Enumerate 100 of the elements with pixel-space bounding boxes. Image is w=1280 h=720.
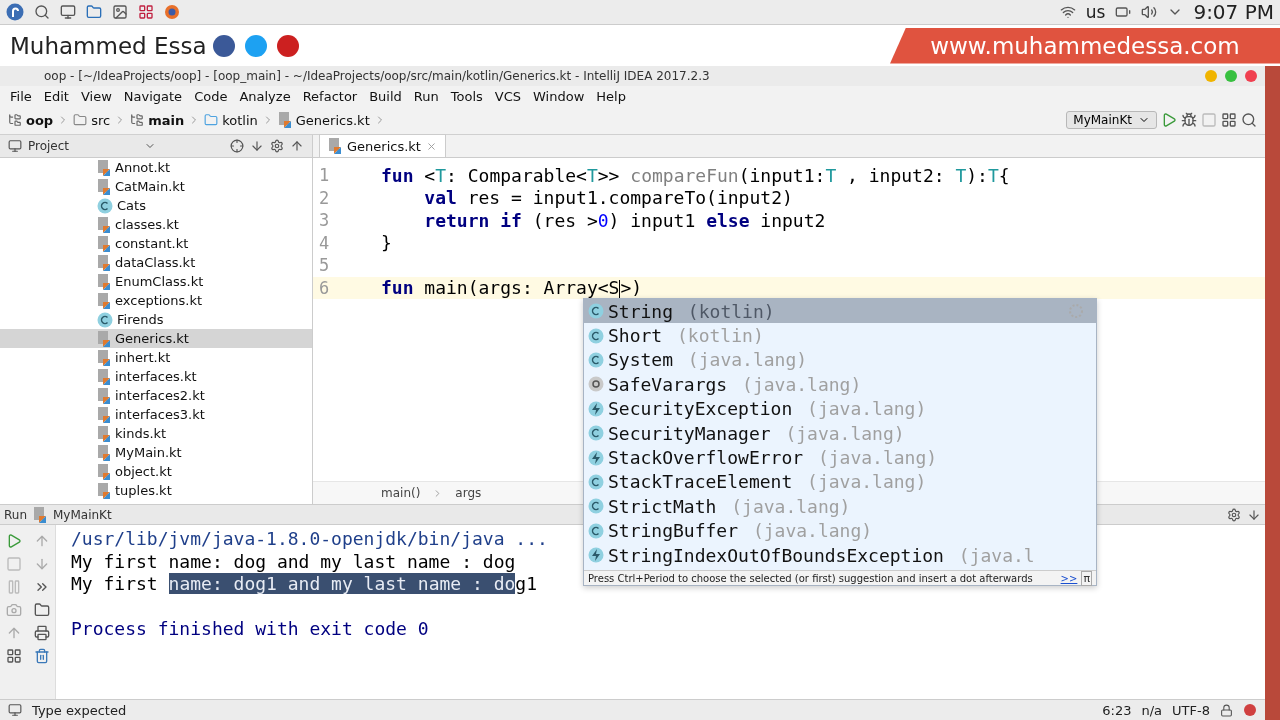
file-encoding[interactable]: UTF-8: [1172, 702, 1210, 718]
collapse-icon[interactable]: [250, 139, 264, 153]
completion-item[interactable]: SecurityException (java.lang): [584, 396, 1096, 421]
breadcrumb[interactable]: oop: [26, 112, 54, 128]
kotlin-file-icon: [97, 330, 111, 347]
bolt-icon: [588, 400, 604, 417]
more-link[interactable]: >>: [1060, 572, 1078, 584]
completion-item[interactable]: StackOverflowError (java.lang): [584, 445, 1096, 470]
tree-item[interactable]: tuples.kt: [0, 481, 312, 500]
bolt-icon: [588, 547, 604, 564]
search-icon[interactable]: [34, 4, 50, 20]
search-icon[interactable]: [1241, 112, 1257, 128]
completion-item[interactable]: Short (kotlin): [584, 323, 1096, 348]
menu-item[interactable]: Refactor: [296, 88, 364, 104]
menu-item[interactable]: Help: [590, 88, 632, 104]
line-number: 5: [318, 255, 331, 276]
menu-item[interactable]: Code: [188, 88, 234, 104]
kotlin-file-icon: [97, 425, 111, 442]
menu-item[interactable]: View: [74, 88, 118, 104]
tree-item[interactable]: Cats: [0, 196, 312, 215]
breadcrumb[interactable]: Generics.kt: [295, 112, 370, 128]
run-tab[interactable]: MyMainKt: [53, 507, 112, 522]
completion-item[interactable]: StringBuffer (java.lang): [584, 518, 1096, 543]
panel-title[interactable]: Project: [28, 139, 70, 153]
screen-icon[interactable]: [60, 4, 76, 20]
settings-icon[interactable]: [1227, 507, 1241, 522]
tree-item[interactable]: classes.kt: [0, 215, 312, 234]
tree-item[interactable]: MyMain.kt: [0, 443, 312, 462]
breadcrumb[interactable]: main: [148, 112, 185, 128]
run-configuration-dropdown[interactable]: MyMainKt: [1066, 111, 1157, 129]
module-folder-icon: [130, 113, 145, 127]
completion-item[interactable]: StringIndexOutOfBoundsException (java.l: [584, 542, 1096, 568]
completion-item[interactable]: String (kotlin): [584, 299, 1096, 324]
close-button[interactable]: [1245, 70, 1257, 82]
volume-icon[interactable]: [1141, 4, 1158, 20]
tree-item[interactable]: object.kt: [0, 462, 312, 481]
tree-item[interactable]: constant.kt: [0, 234, 312, 253]
menu-item[interactable]: Tools: [444, 88, 489, 104]
trash-icon[interactable]: [34, 647, 50, 664]
lock-icon[interactable]: [1220, 703, 1233, 717]
completion-item[interactable]: SecurityManager (java.lang): [584, 420, 1096, 446]
class-icon: [588, 498, 604, 515]
battery-icon[interactable]: [1115, 4, 1132, 20]
close-icon[interactable]: [425, 140, 437, 152]
hide-icon[interactable]: [1247, 507, 1261, 522]
tree-item[interactable]: interfaces.kt: [0, 367, 312, 386]
tree-item[interactable]: Annot.kt: [0, 158, 312, 177]
breadcrumb[interactable]: args: [455, 486, 482, 500]
editor-tab[interactable]: Generics.kt: [319, 134, 446, 157]
structure-icon[interactable]: [1221, 112, 1237, 128]
line-number: 1: [318, 165, 331, 186]
completion-item[interactable]: StrictMath (java.lang): [584, 494, 1096, 519]
tree-item[interactable]: kinds.kt: [0, 424, 312, 443]
tree-item[interactable]: dataClass.kt: [0, 253, 312, 272]
tree-item[interactable]: EnumClass.kt: [0, 272, 312, 291]
grid-icon[interactable]: [138, 4, 154, 20]
menu-item[interactable]: Analyze: [233, 88, 297, 104]
website-url: www.muhammedessa.com: [930, 32, 1240, 59]
run-icon[interactable]: [6, 532, 22, 549]
class-icon: [588, 522, 604, 539]
kotlin-file-icon: [277, 112, 292, 128]
image-icon[interactable]: [112, 4, 128, 20]
menu-item[interactable]: Run: [407, 88, 445, 104]
menu-item[interactable]: File: [4, 88, 38, 104]
keyboard-layout[interactable]: us: [1085, 2, 1106, 22]
tree-item[interactable]: Generics.kt: [0, 329, 312, 348]
print-icon[interactable]: [34, 624, 50, 641]
folder-icon: [204, 113, 219, 127]
tree-item[interactable]: inhert.kt: [0, 348, 312, 367]
completion-item[interactable]: System (java.lang): [584, 347, 1096, 373]
event-log-icon[interactable]: [1243, 703, 1257, 717]
tree-item[interactable]: Firends: [0, 310, 312, 329]
console-line: My first name: dog1 and my last name : dog1: [71, 573, 538, 596]
hide-icon[interactable]: [290, 139, 304, 153]
breadcrumb[interactable]: src: [91, 112, 111, 128]
debug-icon[interactable]: [1181, 112, 1197, 128]
run-icon[interactable]: [1161, 112, 1177, 128]
panel-title[interactable]: Run: [4, 507, 27, 522]
settings-icon[interactable]: [270, 139, 284, 153]
tree-item[interactable]: exceptions.kt: [0, 291, 312, 310]
menu-item[interactable]: Window: [527, 88, 591, 104]
menu-item[interactable]: Edit: [37, 88, 75, 104]
pi-button[interactable]: π: [1081, 570, 1092, 586]
tree-item[interactable]: CatMain.kt: [0, 177, 312, 196]
line-separator[interactable]: n/a: [1141, 702, 1163, 718]
menu-item[interactable]: VCS: [488, 88, 528, 104]
breadcrumb[interactable]: main(): [381, 486, 421, 500]
locate-icon[interactable]: [230, 139, 244, 153]
completion-item[interactable]: SafeVarargs (java.lang): [584, 372, 1096, 397]
layout-icon[interactable]: [6, 647, 22, 664]
kotlin-file-icon: [97, 482, 111, 499]
completion-item[interactable]: StackTraceElement (java.lang): [584, 469, 1096, 495]
wifi-icon[interactable]: [1059, 4, 1076, 20]
menu-item[interactable]: Navigate: [117, 88, 189, 104]
folder-icon[interactable]: [86, 4, 102, 20]
menu-item[interactable]: Build: [363, 88, 408, 104]
breadcrumb[interactable]: kotlin: [222, 112, 258, 128]
tree-item[interactable]: interfaces2.kt: [0, 386, 312, 405]
tree-item[interactable]: interfaces3.kt: [0, 405, 312, 424]
caret-position[interactable]: 6:23: [1102, 702, 1132, 718]
